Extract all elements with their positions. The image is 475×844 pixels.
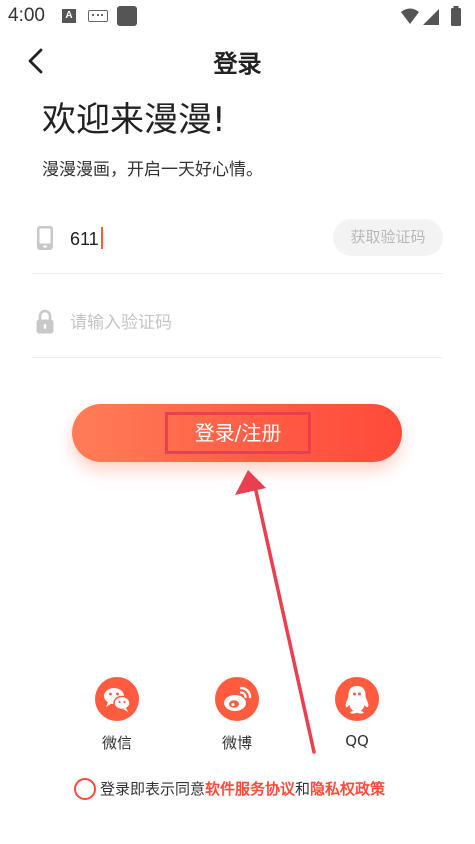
- qq-login-button[interactable]: QQ: [327, 677, 387, 750]
- weibo-login-button[interactable]: 微博: [207, 677, 267, 753]
- terms-link[interactable]: 软件服务协议: [205, 780, 295, 798]
- agreement-radio[interactable]: [74, 778, 96, 800]
- qq-label: QQ: [345, 732, 369, 750]
- login-button-label: 登录/注册: [165, 412, 311, 454]
- battery-icon: [451, 8, 461, 26]
- lock-icon: [36, 309, 54, 334]
- privacy-link[interactable]: 隐私权政策: [310, 780, 385, 798]
- welcome-subtitle: 漫漫漫画，开启一天好心情。: [42, 160, 263, 180]
- weibo-label: 微博: [221, 734, 252, 752]
- verification-code-field[interactable]: [32, 286, 443, 358]
- phone-icon: [37, 226, 53, 250]
- app-notification-icon: [117, 6, 137, 26]
- wechat-icon: [95, 677, 139, 721]
- phone-field[interactable]: 611 获取验证码: [32, 202, 443, 274]
- get-code-button[interactable]: 获取验证码: [333, 219, 443, 256]
- agreement-row: 登录即表示同意软件服务协议和隐私权政策: [74, 778, 385, 804]
- agreement-prefix: 登录即表示同意: [100, 780, 206, 798]
- weibo-icon: [215, 677, 259, 721]
- login-register-button[interactable]: 登录/注册: [72, 404, 402, 462]
- phone-input[interactable]: 611: [70, 227, 103, 250]
- phone-input-value: 611: [70, 229, 99, 249]
- keyboard-icon: [88, 10, 108, 22]
- a-notification-icon: A: [62, 9, 76, 23]
- page-title: 登录: [213, 50, 262, 78]
- wechat-login-button[interactable]: 微信: [87, 677, 147, 753]
- wifi-icon: [401, 8, 419, 24]
- status-time: 4:00: [8, 5, 45, 26]
- text-caret: [100, 227, 103, 249]
- agreement-and: 和: [295, 780, 311, 798]
- verification-code-input[interactable]: [70, 310, 370, 336]
- qq-icon: [335, 677, 379, 721]
- status-bar: 4:00 A: [0, 0, 475, 34]
- signal-icon: [423, 9, 439, 25]
- system-indicators: [401, 6, 461, 26]
- wechat-label: 微信: [101, 734, 132, 752]
- welcome-heading: 欢迎来漫漫!: [42, 100, 226, 140]
